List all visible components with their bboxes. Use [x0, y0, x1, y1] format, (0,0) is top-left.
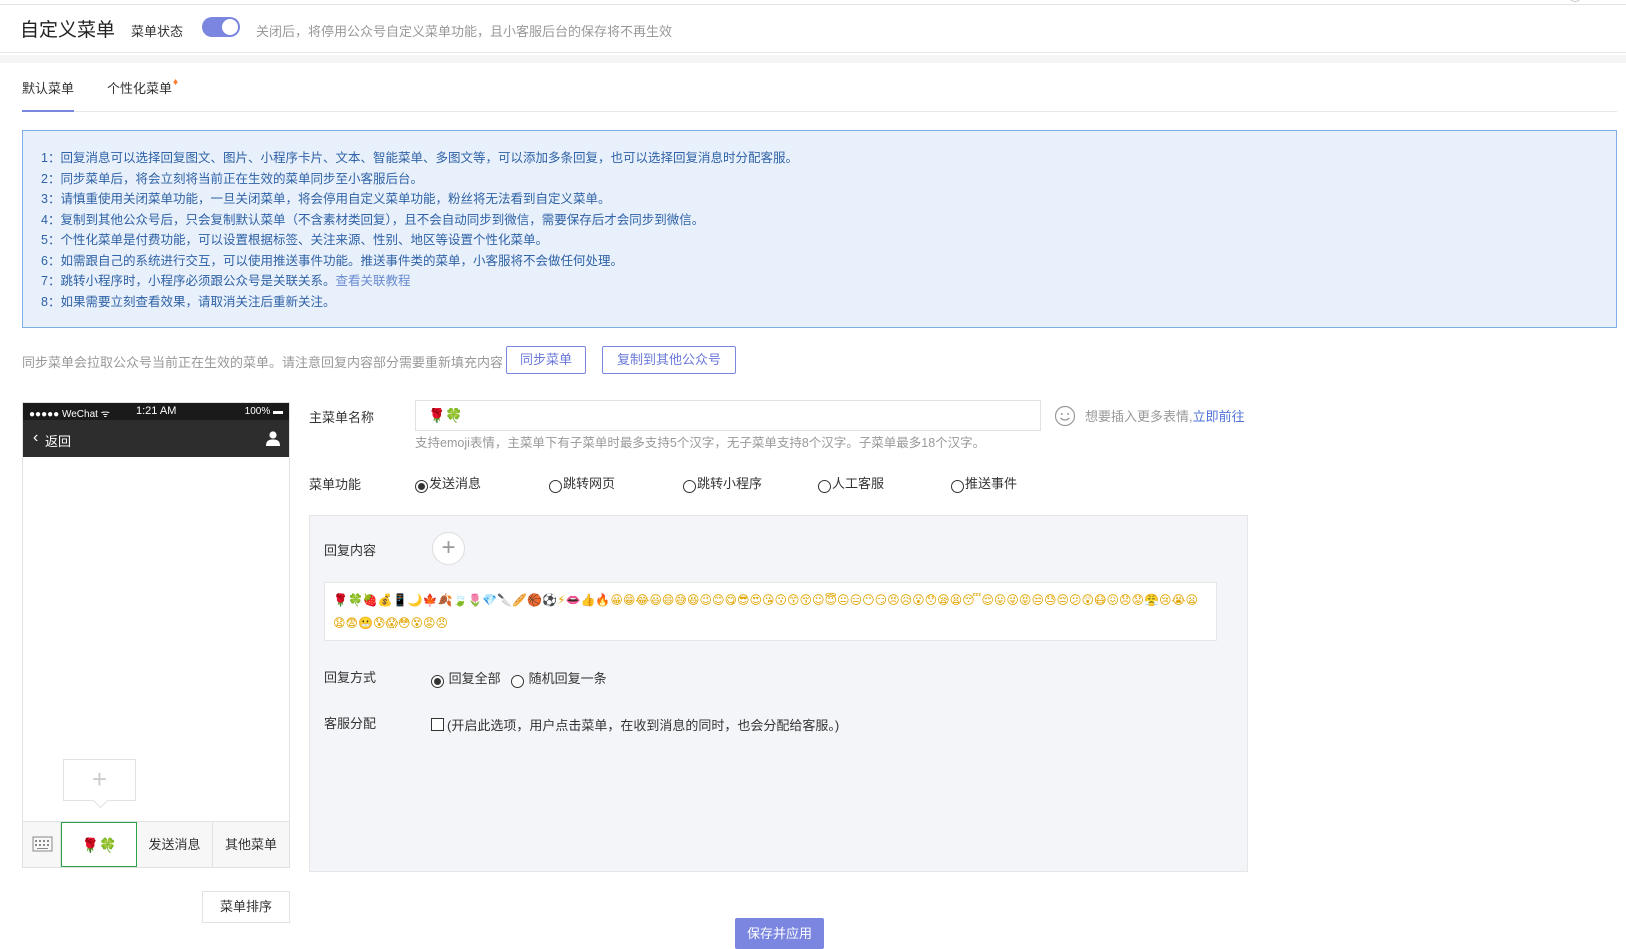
back-chevron-icon[interactable]: ‹: [33, 430, 38, 446]
notice-line-7: 7：跳转小程序时，小程序必须跟公众号是关联关系。: [41, 274, 336, 288]
keyboard-icon[interactable]: [23, 822, 61, 867]
page-header: 自定义菜单 菜单状态 关闭后，将停用公众号自定义菜单功能，且小客服后台的保存将不…: [0, 5, 1626, 53]
function-option-label: 跳转网页: [563, 476, 616, 491]
main-menu-name-label: 主菜单名称: [309, 410, 375, 425]
emoji-hint: 想要插入更多表情,立即前往: [1085, 406, 1245, 425]
notice-line-7-wrapper: 7：跳转小程序时，小程序必须跟公众号是关联关系。查看关联教程: [41, 271, 1616, 292]
service-assign-checkbox[interactable]: (开启此选项，用户点击菜单，在收到消息的同时，也会分配给客服。): [431, 715, 839, 734]
radio-indicator: [549, 480, 562, 493]
sync-hint: 同步菜单会拉取公众号当前正在生效的菜单。请注意回复内容部分需要重新填充内容: [22, 355, 504, 370]
menu-status-label: 菜单状态: [131, 24, 184, 39]
radio-indicator: [511, 675, 524, 688]
page-title: 自定义菜单: [20, 20, 116, 41]
related-tutorial-link[interactable]: 查看关联教程: [335, 274, 410, 288]
notice-line-2: 2：同步菜单后，将会立刻将当前正在生效的菜单同步至小客服后台。: [41, 171, 423, 186]
emoji-picker-icon[interactable]: [1054, 405, 1076, 427]
radio-indicator: [818, 480, 831, 493]
user-profile-icon[interactable]: [265, 430, 281, 446]
main-menu-name-input[interactable]: [415, 400, 1041, 431]
phone-time: 1:21 AM: [136, 405, 177, 417]
function-open-webpage-radio[interactable]: 跳转网页: [549, 473, 615, 493]
toggle-knob: [222, 19, 238, 35]
carrier-signal: ●●●●● WeChat ᯤ: [29, 409, 110, 420]
radio-indicator: [683, 480, 696, 493]
tab-personalized-menu[interactable]: 个性化菜单♦: [107, 78, 183, 110]
mode-option-label: 回复全部: [448, 671, 501, 686]
vip-diamond-icon: ♦: [173, 77, 179, 88]
function-option-label: 发送消息: [429, 476, 482, 491]
notice-line-5: 5：个性化菜单是付费功能，可以设置根据标签、关注来源、性别、地区等设置个性化菜单…: [41, 233, 548, 247]
notice-line-4: 4：复制到其他公众号后，只会复制默认菜单（不含素材类回复），且不会自动同步到微信…: [41, 212, 705, 227]
reply-content-label: 回复内容: [324, 543, 377, 558]
corner-partial-icon: [1568, 0, 1582, 2]
radio-indicator: [951, 480, 964, 493]
reply-settings-panel: 回复内容 + 🌹🍀🍓💰📱🌙🍁🍂🍃🌷💎🔪🥖🏀⚽⚡👄👍🔥😀😁😂😃😄😅😆😉😊😋😎😍😘😗…: [309, 515, 1248, 872]
battery-indicator: 100% ▬: [244, 406, 283, 417]
checkbox-indicator: [431, 718, 444, 731]
notice-line-3: 3：请慎重使用关闭菜单功能，一旦关闭菜单，将会停用自定义菜单功能，粉丝将无法看到…: [41, 192, 611, 206]
menu-name-help: 支持emoji表情，主菜单下有子菜单时最多支持5个汉字，无子菜单支持8个汉字。子…: [415, 436, 986, 450]
go-now-link[interactable]: 立即前往: [1193, 409, 1245, 424]
radio-indicator: [415, 480, 428, 493]
back-label[interactable]: 返回: [45, 431, 71, 450]
keyboard-glyph-icon: [32, 836, 53, 852]
notice-line-6: 6：如需跟自己的系统进行交互，可以使用推送事件功能。推送事件类的菜单，小客服将不…: [41, 253, 623, 268]
notice-line-1: 1：回复消息可以选择回复图文、图片、小程序卡片、文本、智能菜单、多图文等，可以添…: [41, 151, 798, 165]
service-assign-label: 客服分配: [324, 716, 377, 731]
sync-menu-button[interactable]: 同步菜单: [506, 346, 586, 374]
menu-sort-button[interactable]: 菜单排序: [202, 891, 290, 923]
menu-function-label: 菜单功能: [309, 477, 362, 492]
radio-indicator: [431, 675, 444, 688]
menu-tabs: 默认菜单 个性化菜单♦: [22, 62, 1617, 112]
menu-status-hint: 关闭后，将停用公众号自定义菜单功能，且小客服后台的保存将不再生效: [256, 24, 673, 39]
save-and-apply-button[interactable]: 保存并应用: [735, 918, 824, 949]
emoji-hint-text: 想要插入更多表情,: [1085, 409, 1193, 424]
function-push-event-radio[interactable]: 推送事件: [951, 473, 1017, 493]
function-send-message-radio[interactable]: 发送消息: [415, 473, 481, 493]
phone-menu-item-3[interactable]: 其他菜单: [213, 822, 289, 867]
reply-mode-label: 回复方式: [324, 670, 377, 685]
tab-personalized-label: 个性化菜单: [107, 81, 173, 96]
function-open-miniprogram-radio[interactable]: 跳转小程序: [683, 473, 762, 493]
reply-all-radio[interactable]: 回复全部: [431, 668, 501, 688]
phone-preview: ●●●●● WeChat ᯤ 1:21 AM 100% ▬ ‹ 返回 + 🌹🍀 …: [22, 402, 290, 868]
tab-default-menu[interactable]: 默认菜单: [22, 78, 75, 112]
copy-to-other-account-button[interactable]: 复制到其他公众号: [602, 346, 736, 374]
add-reply-button[interactable]: +: [432, 532, 465, 565]
function-option-label: 人工客服: [832, 476, 885, 491]
function-option-label: 跳转小程序: [697, 476, 763, 491]
phone-status-bar: ●●●●● WeChat ᯤ 1:21 AM 100% ▬: [23, 403, 289, 420]
tab-default-label: 默认菜单: [22, 81, 75, 96]
phone-menu-item-2[interactable]: 发送消息: [137, 822, 213, 867]
function-human-service-radio[interactable]: 人工客服: [818, 473, 884, 493]
service-assign-text: (开启此选项，用户点击菜单，在收到消息的同时，也会分配给客服。): [447, 718, 840, 733]
phone-menu-bar: 🌹🍀 发送消息 其他菜单: [23, 821, 289, 867]
phone-menu-item-1[interactable]: 🌹🍀: [61, 822, 137, 867]
notice-line-8: 8：如果需要立刻查看效果，请取消关注后重新关注。: [41, 294, 336, 309]
function-option-label: 推送事件: [965, 476, 1018, 491]
reply-content-box[interactable]: 🌹🍀🍓💰📱🌙🍁🍂🍃🌷💎🔪🥖🏀⚽⚡👄👍🔥😀😁😂😃😄😅😆😉😊😋😎😍😘😗😙😚☺😇😐😑😶…: [324, 582, 1217, 641]
reply-random-radio[interactable]: 随机回复一条: [511, 668, 607, 688]
mode-option-label: 随机回复一条: [528, 671, 607, 686]
menu-status-toggle[interactable]: [202, 17, 240, 37]
notice-box: 1：回复消息可以选择回复图文、图片、小程序卡片、文本、智能菜单、多图文等，可以添…: [22, 130, 1617, 328]
add-submenu-button[interactable]: +: [63, 759, 136, 801]
phone-nav-bar: ‹ 返回: [23, 420, 289, 457]
